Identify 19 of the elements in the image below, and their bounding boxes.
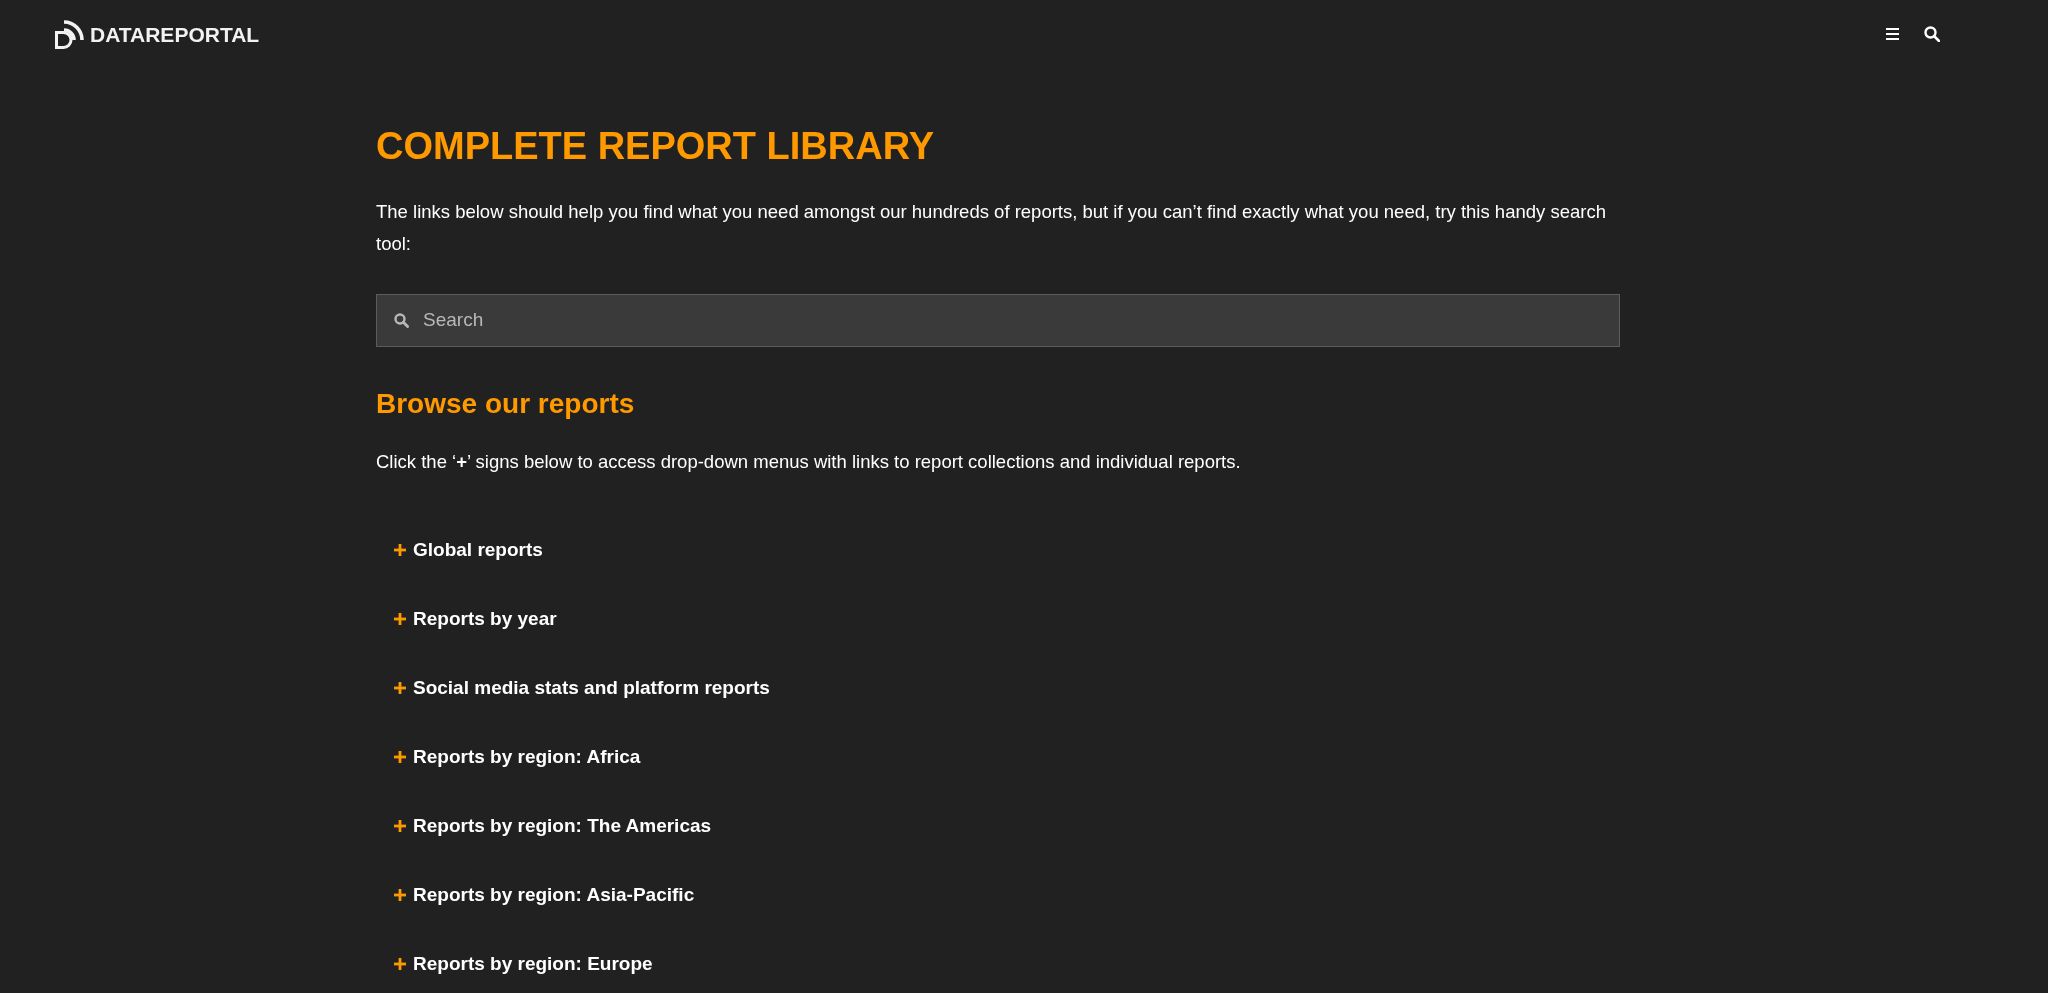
logo-icon (55, 19, 86, 49)
search-field[interactable]: Search (376, 293, 1620, 347)
accordion-toggle[interactable]: Reports by region: Asia-Pacific (394, 882, 695, 909)
instructions-text: Click the ‘+’ signs below to access drop-down menus with links to report collections and individual reports. (376, 450, 1242, 475)
home-logo-link[interactable]: DATAREPORTAL (55, 19, 260, 49)
search-icon (394, 312, 409, 328)
menu-icon (1886, 28, 1899, 40)
accordion-toggle[interactable]: Global reports (394, 537, 543, 564)
accordion-toggle[interactable]: Reports by region: The Americas (394, 813, 712, 840)
page-title: COMPLETE REPORT LIBRARY (376, 124, 936, 169)
accordion-toggle[interactable]: Reports by region: Europe (394, 951, 653, 978)
accordion-toggle[interactable]: Reports by region: Africa (394, 744, 641, 771)
accordion-toggle[interactable]: Reports by year (394, 606, 557, 633)
intro-text: The links below should help you find what you need amongst our hundreds of reports, but if you can’t find exactly what you need, try this handy search tool: (376, 199, 1607, 256)
search-button[interactable] (1924, 26, 1940, 42)
menu-button[interactable] (1886, 28, 1899, 40)
accordion-toggle[interactable]: Social media stats and platform reports (394, 675, 770, 702)
search-icon (1924, 26, 1940, 42)
section-heading: Browse our reports (376, 386, 636, 421)
